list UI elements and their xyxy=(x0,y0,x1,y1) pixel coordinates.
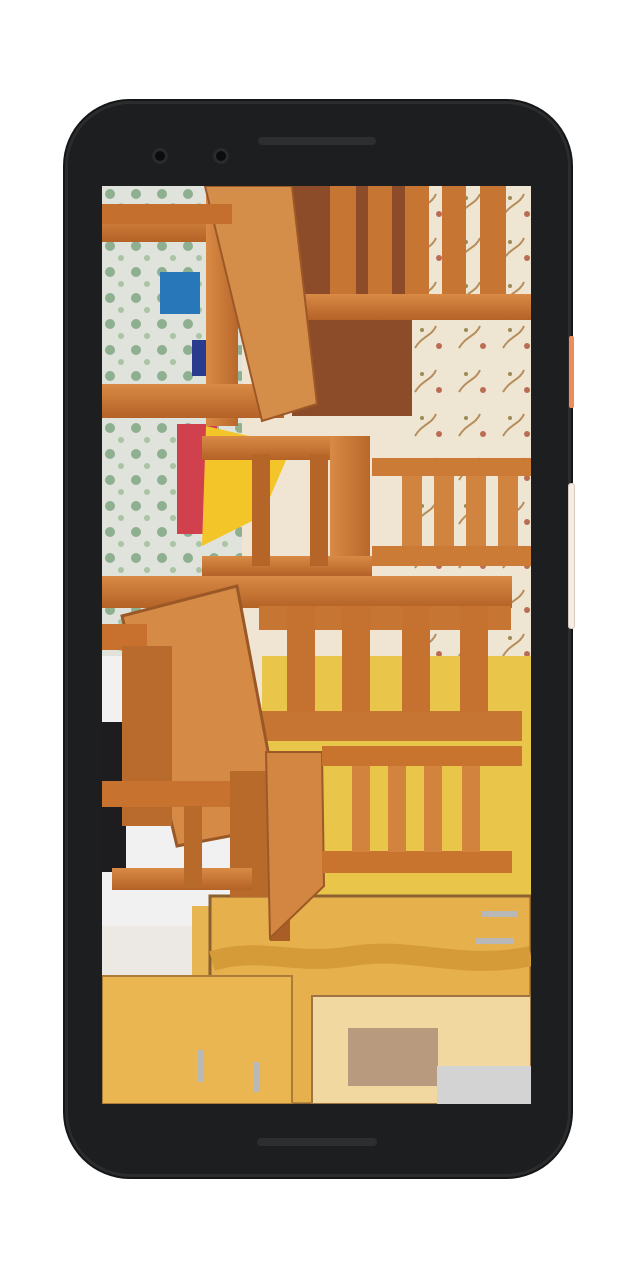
sensor-icon xyxy=(213,148,229,164)
phone-frame xyxy=(68,104,574,1174)
front-camera-icon xyxy=(152,148,168,164)
phone-screen[interactable] xyxy=(102,186,531,1104)
volume-button[interactable] xyxy=(569,484,574,628)
ar-scene-illustration xyxy=(102,186,531,1104)
bench-back-rail xyxy=(102,576,512,608)
device-mockup xyxy=(0,0,640,1280)
ar-camera-view[interactable] xyxy=(102,186,531,1104)
bench-bottom-rail xyxy=(262,711,522,741)
power-button[interactable] xyxy=(569,336,574,408)
home-indicator[interactable] xyxy=(257,1138,377,1146)
earpiece-speaker xyxy=(258,137,376,145)
